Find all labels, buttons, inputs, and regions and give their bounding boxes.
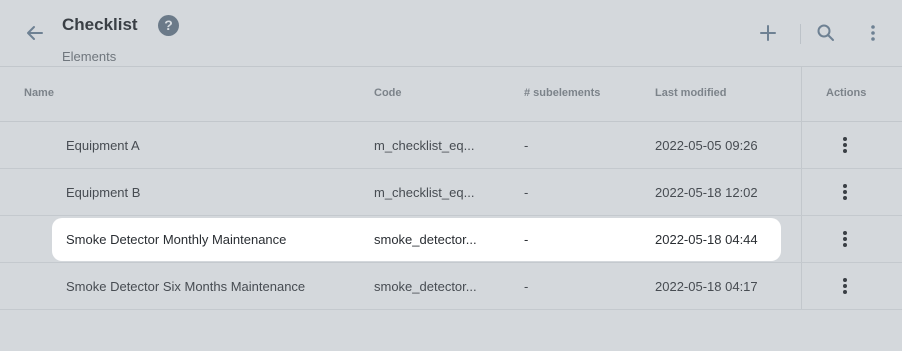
row-last-modified: 2022-05-18 04:17 [655,279,758,294]
back-arrow-icon[interactable] [24,22,46,44]
row-name: Equipment B [66,185,141,200]
row-code: m_checklist_eq... [374,138,475,153]
row-code: m_checklist_eq... [374,185,475,200]
row-last-modified: 2022-05-18 12:02 [655,185,758,200]
row-last-modified: 2022-05-18 04:44 [655,232,758,247]
checklist-table: Name Code # subelements Last modified Ac… [0,66,902,310]
row-name: Smoke Detector Monthly Maintenance [66,232,287,247]
row-name: Smoke Detector Six Months Maintenance [66,279,306,294]
row-subelements: - [524,279,529,294]
page-title: Checklist [62,15,138,34]
row-subelements: - [524,185,529,200]
table-header: Name Code # subelements Last modified Ac… [0,66,902,122]
column-header-actions: Actions [826,87,867,99]
search-icon[interactable] [815,22,837,44]
column-header-name[interactable]: Name [24,87,54,99]
more-vertical-icon[interactable] [862,22,884,44]
column-header-subelements[interactable]: # subelements [524,87,600,99]
column-header-last-modified[interactable]: Last modified [655,87,727,99]
row-actions-more-icon[interactable] [835,135,855,157]
page-header: Checklist ? Elements [0,0,902,66]
table-row[interactable]: Equipment A m_checklist_eq... - 2022-05-… [0,122,902,169]
row-actions-more-icon[interactable] [835,276,855,298]
row-actions-more-icon[interactable] [835,182,855,204]
row-subelements: - [524,138,529,153]
row-actions-more-icon[interactable] [835,229,855,251]
help-icon[interactable]: ? [158,15,179,36]
row-last-modified: 2022-05-05 09:26 [655,138,758,153]
table-row[interactable]: Equipment B m_checklist_eq... - 2022-05-… [0,169,902,216]
column-header-code[interactable]: Code [374,87,402,99]
table-row-highlighted[interactable]: Smoke Detector Monthly Maintenance smoke… [0,216,902,263]
page-subtitle: Elements [62,49,117,64]
row-name: Equipment A [66,138,140,153]
table-row[interactable]: Smoke Detector Six Months Maintenance sm… [0,263,902,310]
row-code: smoke_detector... [374,279,477,294]
row-subelements: - [524,232,529,247]
toolbar-divider [800,24,801,44]
row-code: smoke_detector... [374,232,477,247]
plus-icon[interactable] [757,22,779,44]
